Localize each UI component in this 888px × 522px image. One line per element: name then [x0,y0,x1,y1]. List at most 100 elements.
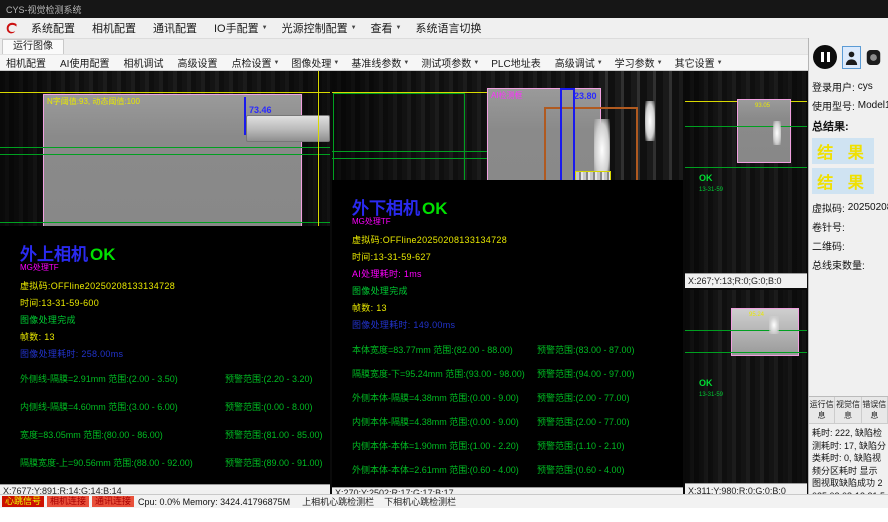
chevron-down-icon: ▼ [396,25,402,31]
measurement-list: 外侧线-隔膜=2.91mm 范围:(2.00 - 3.50) 预警范围:(2.2… [20,372,330,469]
measurement-warn-range: 预警范围:(94.00 - 97.00) [537,367,677,380]
toolbar-item[interactable]: 点检设置 ▼ [225,55,285,70]
model-value[interactable]: Model1 [858,100,888,111]
toolbar-item[interactable]: 高级设置 [171,55,225,70]
measurement-value: 宽度=83.05mm 范围:(80.00 - 86.00) [20,428,225,441]
upper-camera-heartbeat[interactable]: 上相机心跳检测栏 [302,495,374,508]
status-badge: 相机连接 [47,496,89,507]
right-camera-image[interactable]: AI检测框 23.80 [332,71,683,180]
toolbar-item-label: 相机调试 [123,55,163,70]
status-bar: 心跳信号 相机连接 通讯连接 Cpu: 0.0% Memory: 3424.41… [0,494,888,508]
measurement-row: 隔膜宽度-上=90.56mm 范围:(88.00 - 92.00) 预警范围:(… [20,456,324,469]
measurement-row: 内侧线-隔膜=4.60mm 范围:(3.00 - 6.00) 预警范围:(0.0… [20,400,324,413]
toolbar-item-label: 学习参数 [615,55,655,70]
toolbar: 相机配置 AI使用配置 相机调试 高级设置 点检设置 ▼ [0,54,888,71]
needle-label: 卷针号: [812,219,845,234]
toolbar-item[interactable]: 学习参数 ▼ [609,55,669,70]
measurement-row: 宽度=83.05mm 范围:(80.00 - 86.00) 预警范围:(81.0… [20,428,324,441]
toolbar-item[interactable]: AI使用配置 [54,55,117,70]
window-title: CYS-视觉检测系统 [6,3,82,16]
menu-item-label: 通讯配置 [153,20,197,36]
user-icon [844,48,859,67]
toolbar-item-label: AI使用配置 [60,55,109,70]
preview-bottom-image[interactable]: 95.24 OK 13-31-59 [685,290,807,484]
total-result-label: 总结果: [809,115,888,135]
measure-value-label: 23.80 [574,91,597,101]
reflection-highlight [769,316,779,334]
baseline-line [685,126,807,127]
menu-item[interactable]: IO手配置 ▼ [207,18,275,38]
info-tab[interactable]: 运行信息 [809,397,835,423]
info-line: 虚拟码:OFFline20250208133134728 [352,233,683,246]
toolbar-item[interactable]: 高级调试 ▼ [549,55,609,70]
menu-item[interactable]: 相机配置 [85,18,146,38]
info-line: 帧数: 13 [20,330,330,343]
measurement-warn-range: 预警范围:(2.20 - 3.20) [225,372,324,385]
left-camera-image[interactable]: N字阈值:93, 动态阈值:100 73.46 [0,71,330,226]
chevron-down-icon: ▼ [262,25,268,31]
camera-info-lines: 虚拟码:OFFline20250208133134728 时间:13-31-59… [20,279,330,360]
toolbar-item[interactable]: 测试项参数 ▼ [415,55,485,70]
result-badge-text: 结 果 [817,139,868,163]
right-camera-panel: AI检测框 23.80 外下相机 OK MG处理TF 虚拟码:OFFline20… [332,71,683,498]
status-badge: 通讯连接 [92,496,134,507]
user-mode-button[interactable] [842,46,861,69]
info-line: 时间:13-31-59-600 [20,296,330,309]
measurement-value: 内侧本体-隔膜=4.38mm 范围:(0.00 - 9.00) [352,415,537,428]
menu-item[interactable]: 光源控制配置 ▼ [275,18,364,38]
left-camera-result-area: 外上相机 OK MG处理TF 虚拟码:OFFline20250208133134… [0,226,330,484]
chevron-down-icon: ▼ [273,60,279,66]
measurement-row: 外侧本体-本体=2.61mm 范围:(0.60 - 4.00) 预警范围:(0.… [352,463,677,476]
measurement-warn-range: 预警范围:(0.00 - 8.00) [225,400,324,413]
info-line: 图像处理耗时: 258.00ms [20,347,330,360]
lower-camera-heartbeat[interactable]: 下相机心跳检测栏 [384,495,456,508]
menu-item[interactable]: 通讯配置 [146,18,207,38]
baseline-line [685,167,807,168]
threshold-overlay-label: N字阈值:93, 动态阈值:100 [47,96,140,107]
vcode-label: 虚拟码: [812,200,845,215]
menu-item[interactable]: 查看 ▼ [364,18,409,38]
tab-run-image[interactable]: 运行图像 [2,39,64,54]
toolbar-item[interactable]: PLC地址表 [485,55,548,70]
toolbar-item[interactable]: 相机配置 [0,55,54,70]
measurement-value: 隔膜宽度-上=90.56mm 范围:(88.00 - 92.00) [20,456,225,469]
measurement-value: 内侧线-隔膜=4.60mm 范围:(3.00 - 6.00) [20,400,225,413]
toolbar-item[interactable]: 基准线参数 ▼ [345,55,415,70]
toolbar-items: 相机配置 AI使用配置 相机调试 高级设置 点检设置 ▼ [0,55,729,70]
log-output[interactable]: 耗时: 222, 缺陷检测耗时: 17, 缺陷分类耗时: 0, 缺陷视频分区耗时… [809,424,888,495]
chevron-down-icon: ▼ [657,60,663,66]
menu-item[interactable]: 系统语言切换 [408,18,491,38]
info-line: 帧数: 13 [352,301,683,314]
measurement-warn-range: 预警范围:(0.60 - 4.00) [537,463,677,476]
threshold-line [0,92,330,93]
pause-button[interactable] [811,43,839,71]
toolbar-item[interactable]: 图像处理 ▼ [285,55,345,70]
status-badges: 心跳信号 相机连接 通讯连接 [2,496,134,507]
roi-rect [333,93,465,180]
edge-line [318,71,319,226]
camera-info-lines: 虚拟码:OFFline20250208133134728 时间:13-31-59… [352,233,683,331]
measurement-warn-range: 预警范围:(1.10 - 2.10) [537,439,677,452]
toolbar-item[interactable]: 相机调试 [117,55,171,70]
measurement-row: 本体宽度=83.77mm 范围:(82.00 - 88.00) 预警范围:(83… [352,343,677,356]
toolbar-item-label: 测试项参数 [421,55,471,70]
menu-item-label: 查看 [371,20,393,36]
login-user-row: 登录用户: cys [809,77,888,96]
record-button[interactable] [864,46,883,69]
preview-top-image[interactable]: 93.05 OK 13-31-59 [685,71,807,273]
reflection-highlight [773,121,781,145]
measurement-value: 内侧本体-本体=1.90mm 范围:(1.00 - 2.20) [352,439,537,452]
count-label: 总线束数量: [812,257,865,272]
measurement-warn-range: 预警范围:(2.00 - 77.00) [537,391,677,404]
baseline-line [685,352,807,353]
toolbar-item-label: 点检设置 [231,55,271,70]
menu-item-label: 相机配置 [92,20,136,36]
record-icon [866,48,881,67]
toolbar-item[interactable]: 其它设置 ▼ [669,55,729,70]
menu-item[interactable]: 系统配置 [24,18,85,38]
window-titlebar: CYS-视觉检测系统 [0,0,888,18]
measure-value-label: 73.46 [249,105,272,115]
info-tab[interactable]: 错误信息 [862,397,888,423]
mini-overlay-text: 13-31-59 [699,187,723,193]
info-tab[interactable]: 视觉信息 [835,397,861,423]
